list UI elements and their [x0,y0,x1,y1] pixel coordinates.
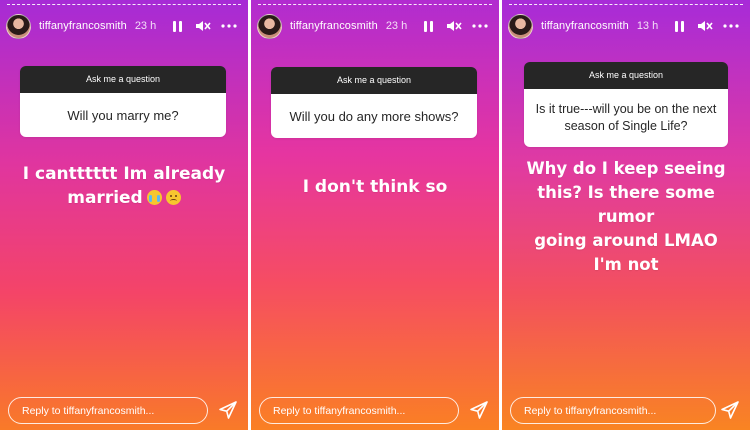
question-header: Ask me a question [524,62,728,89]
reply-input[interactable]: Reply to tiffanyfrancosmith... [259,397,459,424]
progress-bar [7,4,241,7]
answer-line: this? Is there some rumor [537,183,715,226]
story-header: tiffanyfrancosmith 23 h [257,13,491,39]
timestamp: 23 h [385,20,408,32]
answer-line: I cantttttt Im already [22,164,226,184]
timestamp: 23 h [134,20,157,32]
avatar[interactable] [508,13,533,39]
answer-line: Why do I keep seeing [526,159,726,178]
answer-line: going around LMAO [534,231,718,250]
question-sticker: Ask me a question Will you do any more s… [271,67,477,138]
answer-text: Why do I keep seeing this? Is there some… [510,157,742,277]
more-icon[interactable] [720,16,742,36]
answer-line-with-emoji: married [8,186,240,210]
question-text: Will you do any more shows? [271,94,477,138]
progress-bar [258,4,492,7]
pause-icon[interactable] [166,16,188,36]
avatar[interactable] [6,13,31,39]
pause-icon[interactable] [668,16,690,36]
question-header: Ask me a question [20,66,226,93]
question-header: Ask me a question [271,67,477,94]
story-strip: tiffanyfrancosmith 23 h Ask me a questio… [0,0,750,430]
answer-line: I don't think so [302,177,448,197]
question-line: season of Single Life? [564,119,688,133]
progress-bar [509,4,743,7]
timestamp: 13 h [636,20,659,32]
username[interactable]: tiffanyfrancosmith [290,20,378,32]
question-sticker: Ask me a question Will you marry me? [20,66,226,137]
answer-text: I don't think so [259,175,491,199]
sad-face-emoji-icon [165,190,181,205]
more-icon[interactable] [218,16,240,36]
mute-icon[interactable] [192,16,214,36]
story-header: tiffanyfrancosmith 23 h [6,13,240,39]
reply-input[interactable]: Reply to tiffanyfrancosmith... [510,397,716,424]
question-text: Will you marry me? [20,93,226,137]
story-header: tiffanyfrancosmith 13 h [508,13,742,39]
answer-line: I'm not [593,255,659,274]
crying-face-emoji-icon [146,190,162,205]
send-icon[interactable] [218,400,238,420]
more-icon[interactable] [469,16,491,36]
answer-line: married [67,188,143,208]
pause-icon[interactable] [417,16,439,36]
question-text: Is it true---will you be on the next sea… [524,89,728,147]
story-panel-1[interactable]: tiffanyfrancosmith 23 h Ask me a questio… [0,0,248,430]
mute-icon[interactable] [694,16,716,36]
send-icon[interactable] [469,400,489,420]
question-sticker: Ask me a question Is it true---will you … [524,62,728,147]
avatar[interactable] [257,13,282,39]
answer-text: I cantttttt Im already married [8,162,240,210]
reply-input[interactable]: Reply to tiffanyfrancosmith... [8,397,208,424]
username[interactable]: tiffanyfrancosmith [541,20,629,32]
mute-icon[interactable] [443,16,465,36]
question-line: Is it true---will you be on the next [535,102,717,116]
username[interactable]: tiffanyfrancosmith [39,20,127,32]
story-panel-3[interactable]: tiffanyfrancosmith 13 h Ask me a questio… [502,0,750,430]
send-icon[interactable] [720,400,740,420]
story-panel-2[interactable]: tiffanyfrancosmith 23 h Ask me a questio… [251,0,499,430]
